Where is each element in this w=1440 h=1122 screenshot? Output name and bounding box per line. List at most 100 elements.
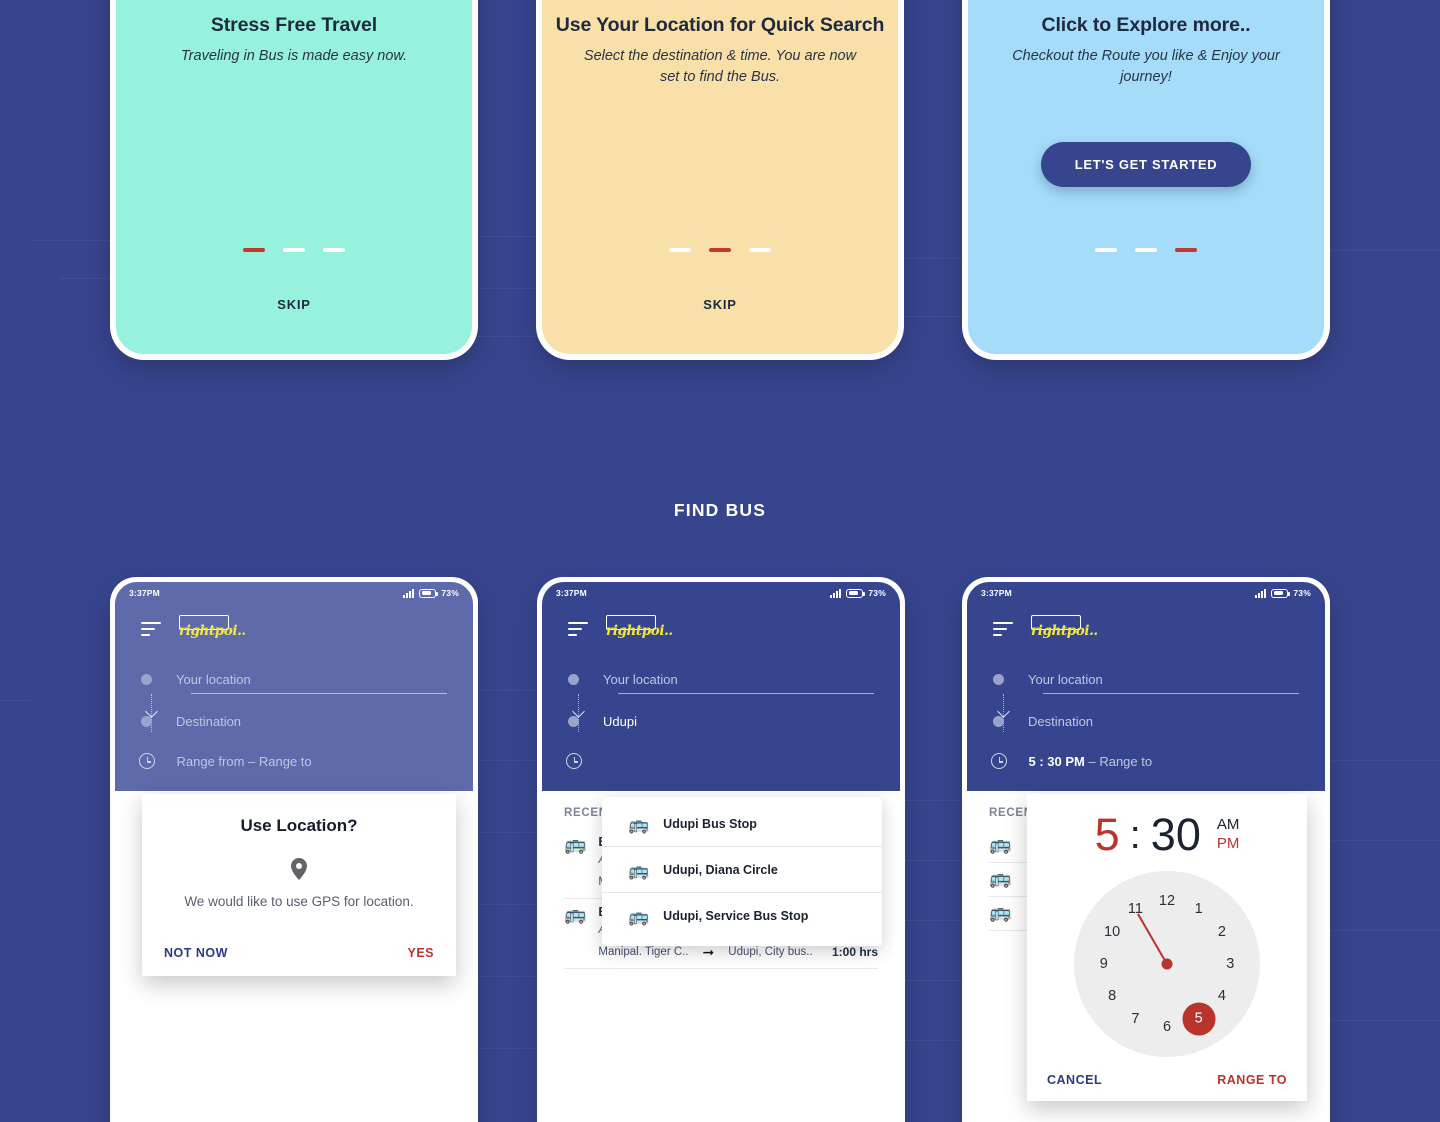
screen-root: Stress Free Travel Traveling in Bus is m… — [0, 0, 1440, 1122]
status-bar: 3:37PM 73% — [967, 582, 1325, 604]
origin-input[interactable]: Your location — [1028, 672, 1299, 687]
range-to-button[interactable]: RANGE TO — [1217, 1073, 1287, 1087]
origin-row[interactable]: Your location — [542, 672, 900, 732]
suggestion-item-2[interactable]: 🚌 Udupi, Diana Circle — [602, 846, 882, 892]
location-pin-icon — [291, 858, 307, 880]
not-now-button[interactable]: NOT NOW — [164, 946, 228, 960]
clock-number-3[interactable]: 3 — [1226, 956, 1234, 972]
skip-button[interactable]: SKIP — [542, 297, 898, 312]
meridiem-am-button[interactable]: AM — [1217, 816, 1240, 835]
destination-input[interactable]: Destination — [176, 714, 447, 729]
destination-input[interactable]: Udupi — [603, 714, 874, 729]
clock-number-11[interactable]: 11 — [1128, 901, 1143, 917]
bus-icon: 🚌 — [628, 815, 650, 834]
clock-icon — [138, 753, 155, 769]
clock-number-6[interactable]: 6 — [1163, 1019, 1171, 1035]
status-bar: 3:37PM 73% — [115, 582, 473, 604]
pager-dot-1[interactable] — [669, 248, 691, 252]
pager-dots[interactable] — [542, 248, 898, 252]
pager-dot-1[interactable] — [243, 248, 265, 252]
hamburger-menu-icon[interactable] — [568, 622, 588, 636]
dialog-body: We would like to use GPS for location. — [184, 894, 414, 909]
pager-dot-3[interactable] — [749, 248, 771, 252]
destination-dot-icon — [568, 716, 579, 727]
clock-number-7[interactable]: 7 — [1131, 1011, 1139, 1027]
destination-row[interactable]: Udupi — [542, 714, 900, 729]
clock-number-10[interactable]: 10 — [1104, 924, 1120, 940]
clock-number-5-selected[interactable]: 5 — [1182, 1002, 1216, 1036]
pager-dots[interactable] — [116, 248, 472, 252]
logo-wordmark: rightpoi.. — [606, 623, 673, 639]
clock-face[interactable]: 12 1 2 3 4 5 6 7 8 9 10 11 — [1074, 871, 1260, 1057]
yes-button[interactable]: YES — [407, 946, 434, 960]
suggestion-item-3[interactable]: 🚌 Udupi, Service Bus Stop — [602, 892, 882, 938]
time-picker-header: 5 : 30 AM PM — [1047, 812, 1287, 857]
clock-number-2[interactable]: 2 — [1218, 924, 1226, 940]
origin-row[interactable]: Your location — [967, 672, 1325, 732]
section-title: FIND BUS — [673, 500, 767, 520]
battery-percent: 73% — [441, 588, 459, 598]
clock-number-8[interactable]: 8 — [1108, 988, 1116, 1004]
destination-row[interactable]: Destination — [967, 714, 1325, 729]
search-header: rightpoi.. Your location Udupi — [542, 604, 900, 791]
pager-dot-3[interactable] — [323, 248, 345, 252]
bus-icon: 🚌 — [989, 902, 1012, 922]
app-logo: rightpoi.. — [604, 614, 673, 644]
logo-wordmark: rightpoi.. — [1031, 623, 1098, 639]
battery-percent: 73% — [868, 588, 886, 598]
find-bus-row: 3:37PM 73% rightpoi.. Your location Dest… — [0, 577, 1440, 1122]
suggestion-label: Udupi Bus Stop — [663, 817, 757, 831]
bus-icon: 🚌 — [564, 904, 587, 924]
skip-button[interactable]: SKIP — [116, 297, 472, 312]
time-picker-separator: : — [1129, 812, 1141, 857]
pager-dot-2[interactable] — [709, 248, 731, 252]
origin-underline — [1043, 693, 1299, 694]
clock-number-9[interactable]: 9 — [1100, 956, 1108, 972]
origin-dot-icon — [568, 674, 579, 685]
get-started-button[interactable]: LET'S GET STARTED — [1040, 142, 1252, 188]
destination-row[interactable]: Destination — [115, 714, 473, 729]
destination-input[interactable]: Destination — [1028, 714, 1299, 729]
suggestion-item-1[interactable]: 🚌 Udupi Bus Stop — [602, 801, 882, 846]
time-picker-hour[interactable]: 5 — [1095, 812, 1120, 857]
onboarding-card-1: Stress Free Travel Traveling in Bus is m… — [110, 0, 478, 360]
hamburger-menu-icon[interactable] — [141, 622, 161, 636]
meridiem-pm-button[interactable]: PM — [1217, 835, 1240, 854]
pager-dot-3[interactable] — [1175, 248, 1197, 252]
hamburger-menu-icon[interactable] — [993, 622, 1013, 636]
origin-input[interactable]: Your location — [603, 672, 874, 687]
onboarding-row: Stress Free Travel Traveling in Bus is m… — [0, 0, 1440, 360]
pager-dot-2[interactable] — [1135, 248, 1157, 252]
bus-icon: 🚌 — [989, 834, 1012, 854]
time-range-input[interactable]: 5 : 30 PM – Range to — [1029, 754, 1153, 769]
status-time: 3:37PM — [556, 588, 587, 598]
pager-dots[interactable] — [968, 248, 1324, 252]
time-range-suffix: – Range to — [1088, 753, 1153, 769]
status-time: 3:37PM — [129, 588, 160, 598]
origin-underline — [618, 693, 874, 694]
phone-mock-1: 3:37PM 73% rightpoi.. Your location Dest… — [110, 577, 478, 1122]
origin-dot-icon — [993, 674, 1004, 685]
clock-number-4[interactable]: 4 — [1218, 988, 1226, 1004]
suggestion-label: Udupi, Service Bus Stop — [663, 909, 809, 923]
pager-dot-1[interactable] — [1095, 248, 1117, 252]
app-logo: rightpoi.. — [177, 614, 246, 644]
origin-input[interactable]: Your location — [176, 672, 447, 687]
clock-hand — [1137, 913, 1168, 965]
cancel-button[interactable]: CANCEL — [1047, 1073, 1102, 1087]
clock-number-12[interactable]: 12 — [1159, 893, 1175, 909]
time-range-row[interactable] — [542, 753, 900, 769]
bus-icon: 🚌 — [989, 868, 1012, 888]
time-range-input[interactable]: Range from – Range to — [177, 754, 312, 769]
time-range-row[interactable]: 5 : 30 PM – Range to — [967, 753, 1325, 769]
onboarding-card-3: Click to Explore more.. Checkout the Rou… — [962, 0, 1330, 360]
pager-dot-2[interactable] — [283, 248, 305, 252]
route-duration: 1:00 hrs — [831, 945, 878, 959]
clock-number-1[interactable]: 1 — [1195, 901, 1203, 917]
origin-row[interactable]: Your location — [115, 672, 473, 732]
battery-icon — [419, 588, 439, 598]
time-picker-minute[interactable]: 30 — [1151, 812, 1201, 857]
time-range-row[interactable]: Range from – Range to — [115, 753, 473, 769]
time-picker-dialog: 5 : 30 AM PM 12 1 2 3 4 5 6 7 8 9 10 11 … — [1027, 794, 1307, 1101]
onboarding-title: Stress Free Travel — [210, 14, 378, 36]
